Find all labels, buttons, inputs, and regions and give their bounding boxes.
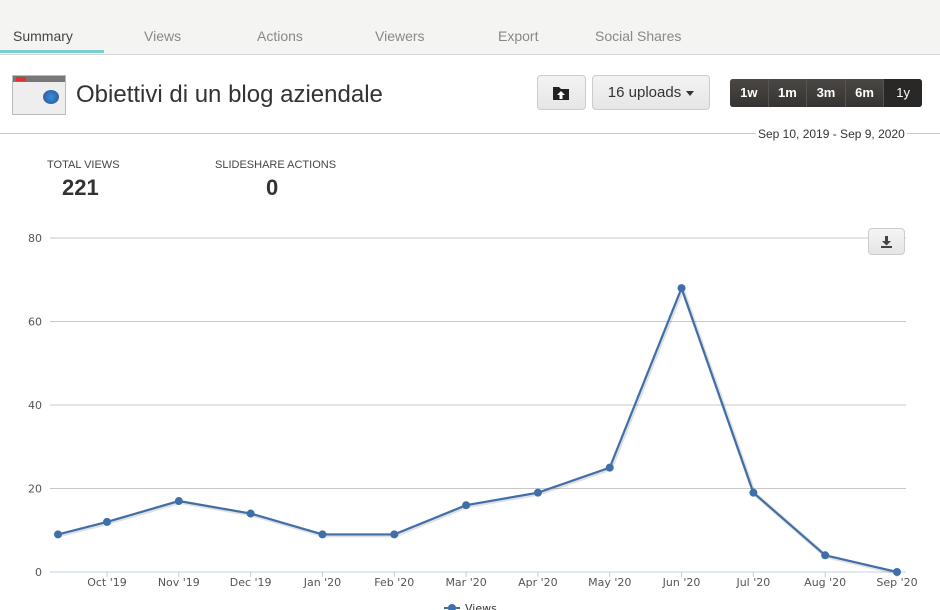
y-tick-label: 60 [28,316,42,329]
data-point [246,509,255,518]
x-tick-label: Jan '20 [303,576,341,589]
x-tick-label: Jul '20 [735,576,770,589]
y-tick-label: 0 [35,566,42,579]
y-tick-label: 40 [28,399,42,412]
data-point [390,530,399,539]
data-point [605,463,614,472]
data-point [533,488,542,497]
data-point [54,530,62,539]
x-tick-label: Aug '20 [804,576,846,589]
data-point [893,568,901,576]
legend-marker [448,604,456,610]
x-tick-label: Apr '20 [518,576,558,589]
data-point [318,530,327,539]
data-point [174,497,183,506]
views-chart: 0 20 40 60 80 Oct '19 Nov '19 Dec '19 Jan '20 Fe… [28,232,918,610]
data-point [103,517,111,526]
legend-label: Views [465,602,497,610]
series-shadow [58,283,899,575]
download-icon [881,236,892,248]
data-point [462,501,471,510]
x-tick-label: Mar '20 [445,576,486,589]
data-point [821,551,830,560]
data-point [677,284,686,293]
y-tick-label: 80 [28,232,42,245]
y-tick-label: 20 [28,483,42,496]
download-chart-button[interactable] [868,228,905,255]
x-tick-label: Feb '20 [374,576,414,589]
x-tick-label: Oct '19 [87,576,127,589]
series-line-views [57,284,898,574]
data-point [749,488,758,497]
x-tick-label: Dec '19 [230,576,272,589]
x-tick-label: Nov '19 [158,576,200,589]
x-tick-label: Sep '20 [876,576,917,589]
x-tick-label: May '20 [588,576,631,589]
x-tick-label: Jun '20 [662,576,701,589]
